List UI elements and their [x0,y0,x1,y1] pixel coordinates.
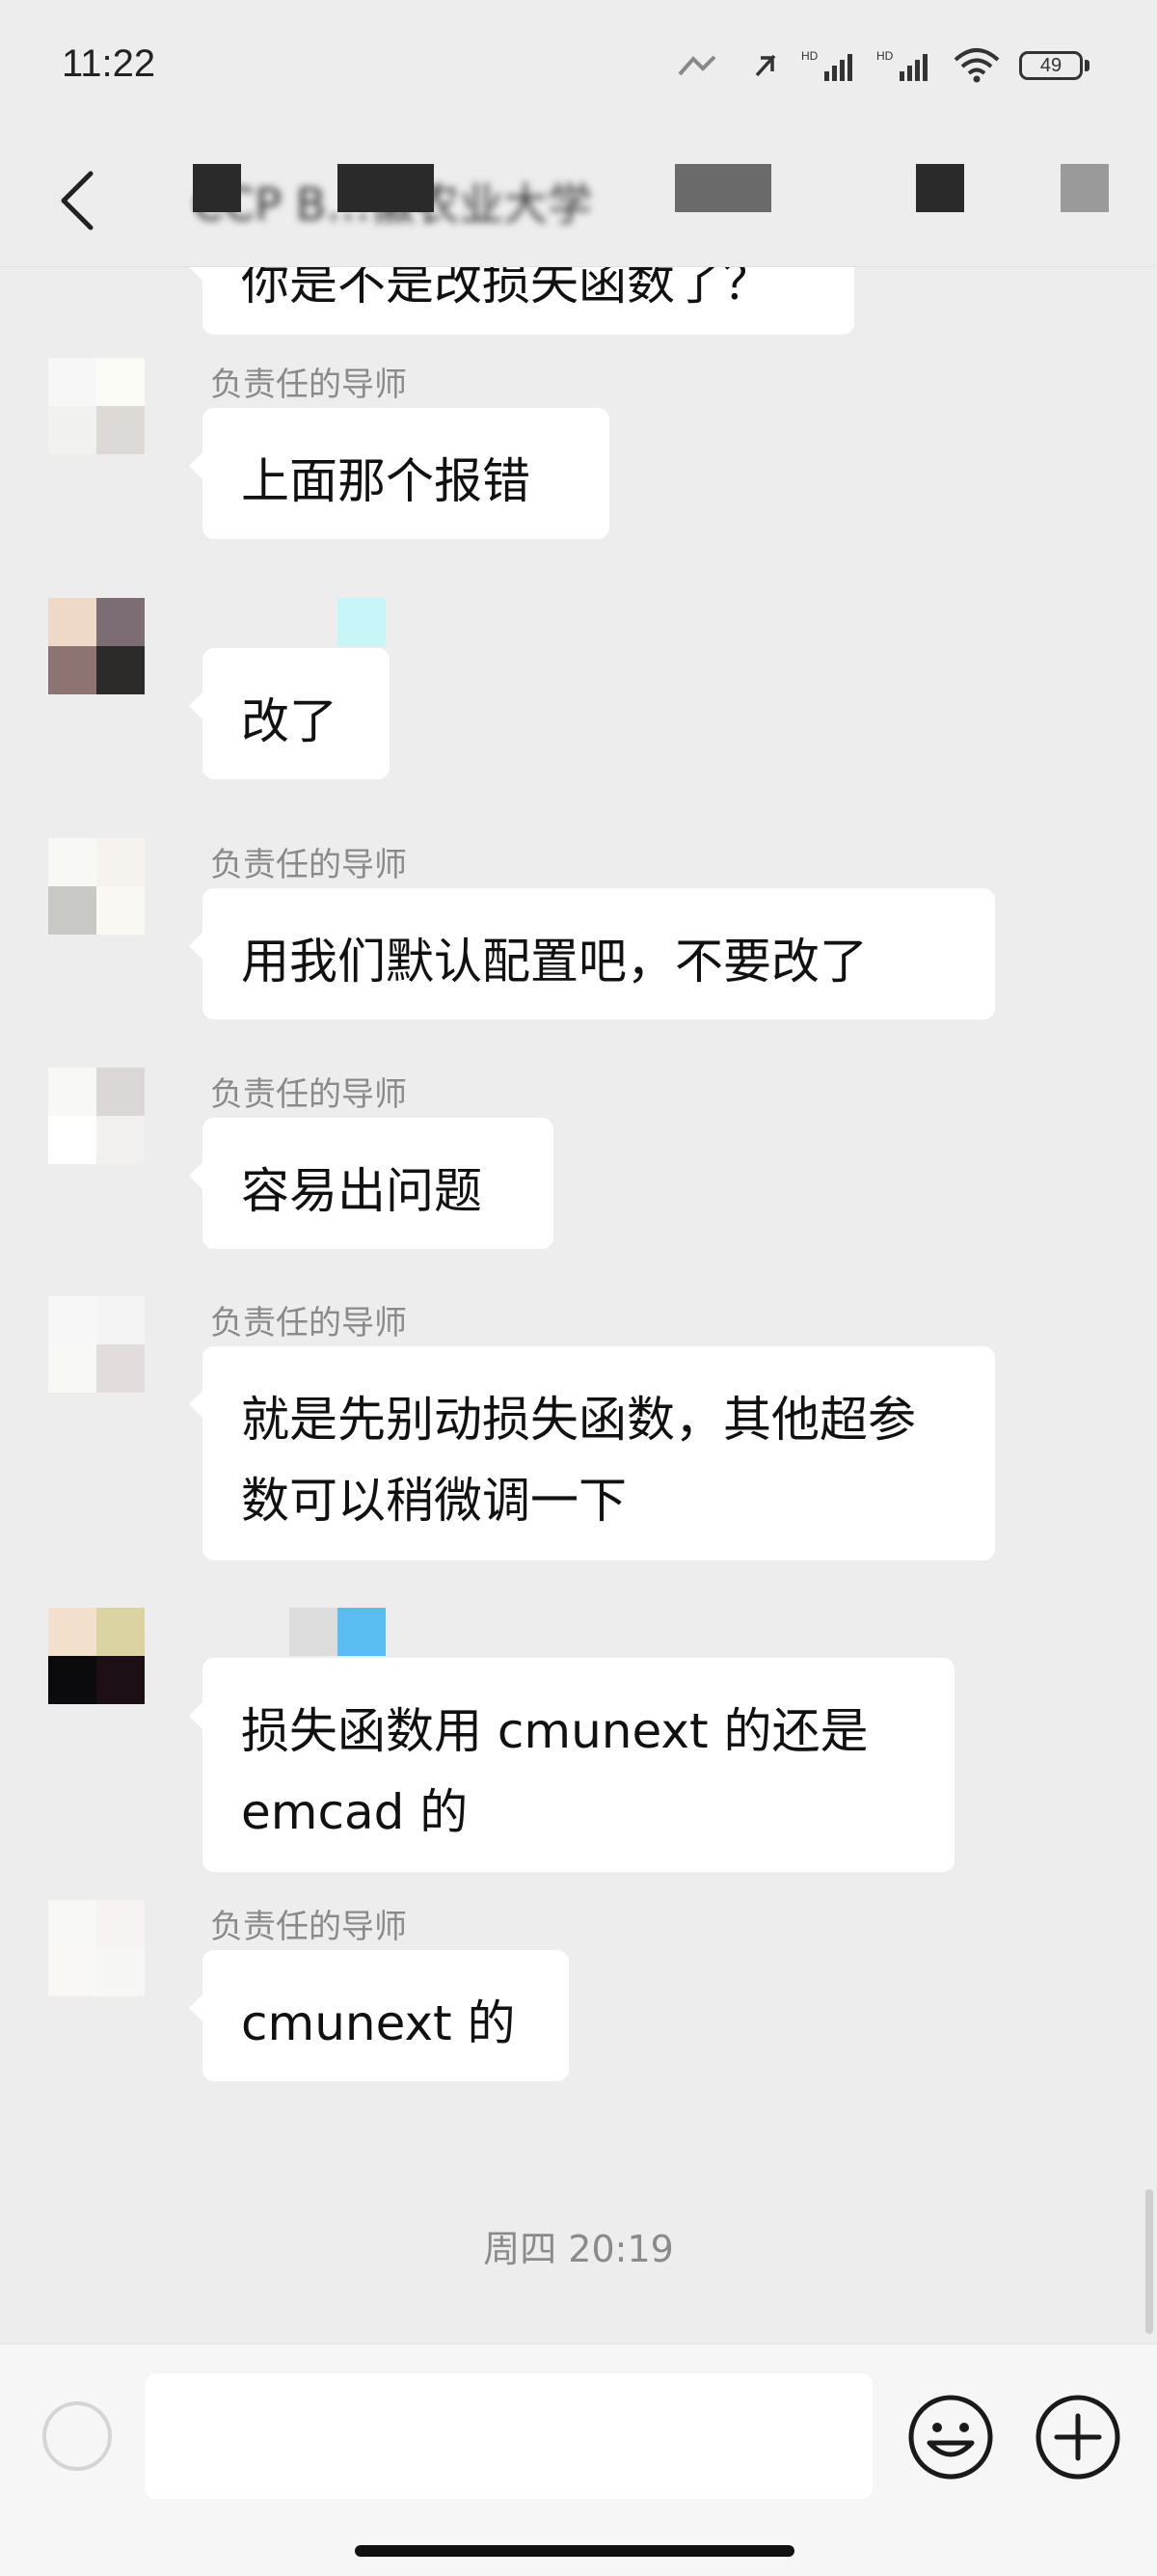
chat-header: CCP B…徽农业大学 [0,135,1157,267]
scrollbar[interactable] [1145,2189,1153,2334]
title-redaction-4 [916,164,964,212]
plus-circle-icon [1036,2395,1120,2480]
sender-name: 负责任的导师 [210,846,407,884]
message-text: 改了 [241,693,337,749]
smiley-icon [908,2395,993,2480]
sender-redaction [337,598,386,646]
status-time: 11:22 [62,42,156,85]
chat-title: CCP B…徽农业大学 [193,178,593,230]
input-bar [0,2344,1157,2576]
emoji-button[interactable] [906,2393,995,2481]
title-redaction-3 [675,164,771,212]
network-label-1: HD [801,49,819,63]
time-divider: 周四 20:19 [483,2228,674,2270]
message-text: 容易出问题 [241,1163,482,1219]
voice-icon [42,2401,112,2471]
more-actions-button[interactable] [1034,2393,1122,2481]
avatar[interactable] [48,1900,145,1996]
title-redaction-2 [337,164,434,212]
avatar[interactable] [48,1608,145,1704]
sender-redaction [289,1608,337,1656]
message-bubble[interactable]: cmunext 的 [189,1950,569,2081]
sender-name: 负责任的导师 [210,366,407,404]
battery-indicator: 49 [1019,51,1090,80]
message-text: cmunext 的 [241,1995,516,2051]
battery-tip [1085,60,1090,71]
status-bar: 11:22 HD HD 49 [0,0,1157,135]
message-text: 上面那个报错 [241,453,530,509]
sender-name: 负责任的导师 [210,1304,407,1342]
signal-icon: HD [801,49,852,81]
speed-icon [678,55,716,76]
avatar[interactable] [48,358,145,454]
avatar[interactable] [48,1296,145,1393]
mute-icon [755,54,776,77]
title-redaction-1 [193,164,241,212]
message-bubble[interactable]: 损失函数用 cmunext 的还是 emcad 的 [189,1658,955,1872]
back-button[interactable] [39,156,116,245]
message-input[interactable] [145,2373,873,2499]
title-redaction-5 [1061,164,1109,212]
avatar[interactable] [48,598,145,694]
network-label-2: HD [876,49,894,63]
battery-level: 49 [1019,51,1083,80]
status-icons: HD HD 49 [674,46,1090,85]
avatar[interactable] [48,838,145,935]
avatar[interactable] [48,1068,145,1164]
message-list[interactable]: 你是不是改损失函数了？ 负责任的导师 上面那个报错 改了 负责任的导师 用我们默… [0,267,1157,2341]
message-text: 损失函数用 cmunext 的还是 emcad 的 [241,1703,869,1840]
message-bubble[interactable]: 用我们默认配置吧，不要改了 [189,888,995,1019]
message-text: 就是先别动损失函数，其他超参数可以稍微调一下 [241,1392,916,1529]
message-bubble[interactable]: 容易出问题 [189,1118,553,1249]
sender-name: 负责任的导师 [210,1908,407,1946]
home-indicator[interactable] [355,2545,794,2557]
message-bubble[interactable]: 就是先别动损失函数，其他超参数可以稍微调一下 [189,1346,995,1560]
message-bubble[interactable]: 你是不是改损失函数了？ [189,267,854,335]
wifi-icon [954,48,1000,83]
message-text: 用我们默认配置吧，不要改了 [241,934,868,990]
chevron-left-icon [61,171,94,230]
voice-toggle-button[interactable] [39,2398,116,2475]
message-text: 你是不是改损失函数了？ [241,267,771,311]
message-bubble[interactable]: 改了 [189,648,390,779]
message-bubble[interactable]: 上面那个报错 [189,408,609,539]
sender-redaction [337,1608,386,1656]
signal-icon-2: HD [876,49,928,81]
sender-name: 负责任的导师 [210,1075,407,1114]
